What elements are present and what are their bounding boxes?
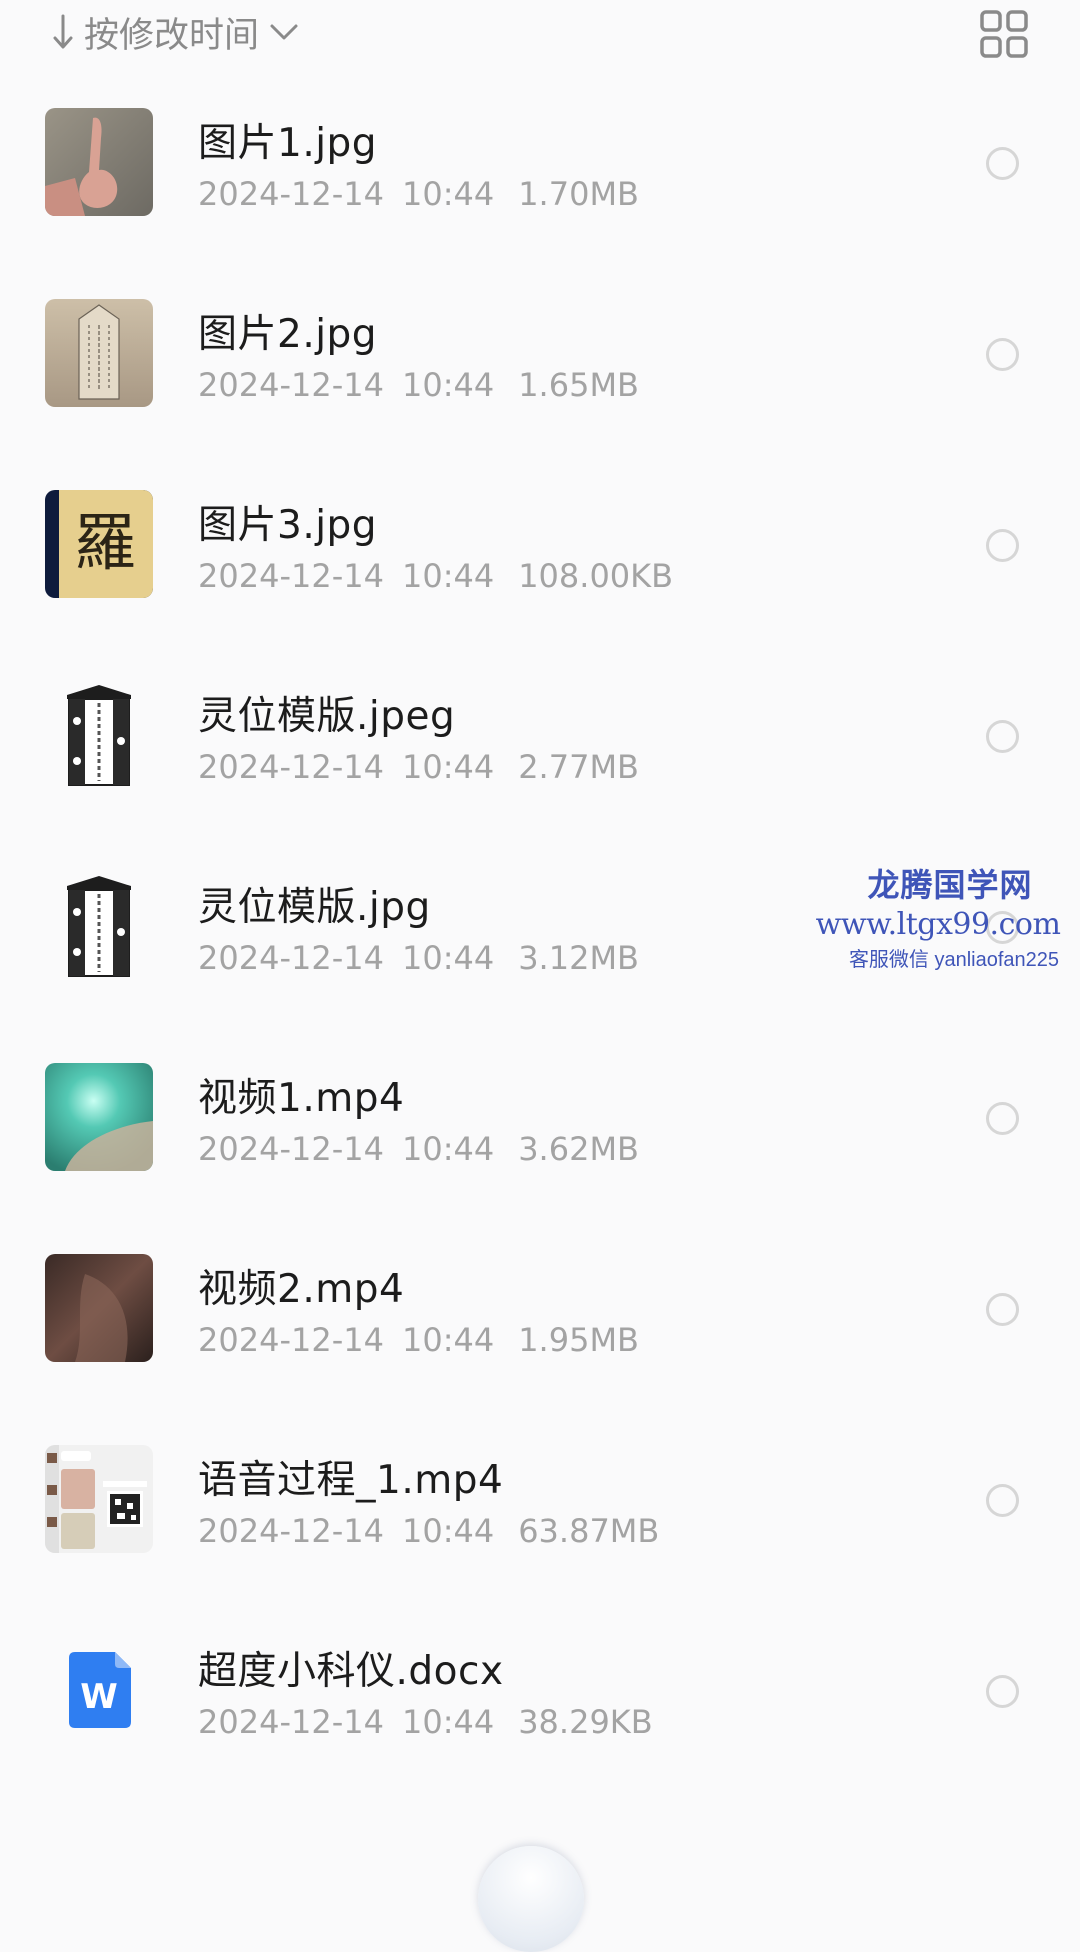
file-meta: 2024-12-14 10:44 38.29KB [198, 1703, 653, 1741]
file-meta: 2024-12-14 10:44 2.77MB [198, 748, 639, 786]
file-date: 2024-12-14 [198, 366, 384, 404]
file-date: 2024-12-14 [198, 1703, 384, 1741]
file-date: 2024-12-14 [198, 1512, 384, 1550]
select-radio[interactable] [986, 1675, 1019, 1708]
file-name: 图片1.jpg [198, 121, 378, 166]
file-name: 视频2.mp4 [198, 1267, 405, 1312]
video-thumbnail [45, 1254, 153, 1362]
file-size: 1.65MB [518, 366, 639, 404]
select-radio[interactable] [986, 1102, 1019, 1135]
word-doc-icon: W [45, 1636, 153, 1744]
file-meta: 2024-12-14 10:44 3.12MB [198, 939, 639, 977]
file-row[interactable]: 视频1.mp4 2024-12-14 10:44 3.62MB [0, 1025, 1080, 1216]
file-size: 3.12MB [518, 939, 639, 977]
file-size: 1.70MB [518, 175, 639, 213]
file-size: 1.95MB [518, 1321, 639, 1359]
floating-action-button[interactable] [478, 1846, 584, 1952]
image-thumbnail [45, 872, 153, 980]
select-radio[interactable] [986, 147, 1019, 180]
file-meta: 2024-12-14 10:44 108.00KB [198, 557, 673, 595]
grid-view-icon[interactable] [976, 6, 1032, 62]
file-meta: 2024-12-14 10:44 1.70MB [198, 175, 639, 213]
file-row[interactable]: 灵位模版.jpg 2024-12-14 10:44 3.12MB [0, 834, 1080, 1025]
file-time: 10:44 [401, 1321, 495, 1359]
file-size: 2.77MB [518, 748, 639, 786]
file-name: 语音过程_1.mp4 [198, 1458, 504, 1503]
file-time: 10:44 [401, 1703, 495, 1741]
file-name: 灵位模版.jpeg [198, 694, 456, 739]
file-date: 2024-12-14 [198, 175, 384, 213]
file-name: 视频1.mp4 [198, 1076, 405, 1121]
file-time: 10:44 [401, 939, 495, 977]
sort-bar: 按修改时间 [0, 0, 1080, 70]
file-date: 2024-12-14 [198, 557, 384, 595]
select-radio[interactable] [986, 1484, 1019, 1517]
file-time: 10:44 [401, 175, 495, 213]
file-list: 图片1.jpg 2024-12-14 10:44 1.70MB 图片2.jpg … [0, 70, 1080, 1789]
file-row[interactable]: 视频2.mp4 2024-12-14 10:44 1.95MB [0, 1216, 1080, 1407]
file-date: 2024-12-14 [198, 1321, 384, 1359]
file-date: 2024-12-14 [198, 1130, 384, 1168]
file-time: 10:44 [401, 1130, 495, 1168]
sort-by-modified-time-button[interactable]: 按修改时间 [52, 2, 299, 62]
image-thumbnail [45, 681, 153, 789]
select-radio[interactable] [986, 529, 1019, 562]
file-time: 10:44 [401, 748, 495, 786]
select-radio[interactable] [986, 338, 1019, 371]
file-meta: 2024-12-14 10:44 63.87MB [198, 1512, 659, 1550]
file-row[interactable]: W 超度小科仪.docx 2024-12-14 10:44 38.29KB [0, 1598, 1080, 1789]
calligraphy-character: 羅 [74, 506, 136, 579]
file-name: 图片2.jpg [198, 312, 378, 357]
video-thumbnail [45, 1063, 153, 1171]
file-row[interactable]: 羅 图片3.jpg 2024-12-14 10:44 108.00KB [0, 452, 1080, 643]
file-row[interactable]: 语音过程_1.mp4 2024-12-14 10:44 63.87MB [0, 1407, 1080, 1598]
video-thumbnail [45, 1445, 153, 1553]
sort-label: 按修改时间 [84, 15, 260, 56]
file-size: 38.29KB [518, 1703, 653, 1741]
file-row[interactable]: 图片2.jpg 2024-12-14 10:44 1.65MB [0, 261, 1080, 452]
image-thumbnail: 羅 [45, 490, 153, 598]
image-thumbnail [45, 108, 153, 216]
file-time: 10:44 [401, 1512, 495, 1550]
select-radio[interactable] [986, 1293, 1019, 1326]
word-letter: W [80, 1677, 118, 1717]
file-row[interactable]: 图片1.jpg 2024-12-14 10:44 1.70MB [0, 70, 1080, 261]
image-thumbnail [45, 299, 153, 407]
file-name: 图片3.jpg [198, 503, 378, 548]
file-time: 10:44 [401, 366, 495, 404]
file-name: 超度小科仪.docx [198, 1649, 504, 1694]
file-meta: 2024-12-14 10:44 3.62MB [198, 1130, 639, 1168]
select-radio[interactable] [986, 911, 1019, 944]
file-size: 63.87MB [518, 1512, 660, 1550]
file-size: 108.00KB [518, 557, 674, 595]
file-date: 2024-12-14 [198, 939, 384, 977]
select-radio[interactable] [986, 720, 1019, 753]
file-date: 2024-12-14 [198, 748, 384, 786]
chevron-down-icon [269, 22, 299, 42]
file-meta: 2024-12-14 10:44 1.65MB [198, 366, 639, 404]
file-time: 10:44 [401, 557, 495, 595]
file-name: 灵位模版.jpg [198, 885, 431, 930]
file-meta: 2024-12-14 10:44 1.95MB [198, 1321, 639, 1359]
file-size: 3.62MB [518, 1130, 639, 1168]
arrow-down-icon [52, 14, 74, 50]
file-row[interactable]: 灵位模版.jpeg 2024-12-14 10:44 2.77MB [0, 643, 1080, 834]
